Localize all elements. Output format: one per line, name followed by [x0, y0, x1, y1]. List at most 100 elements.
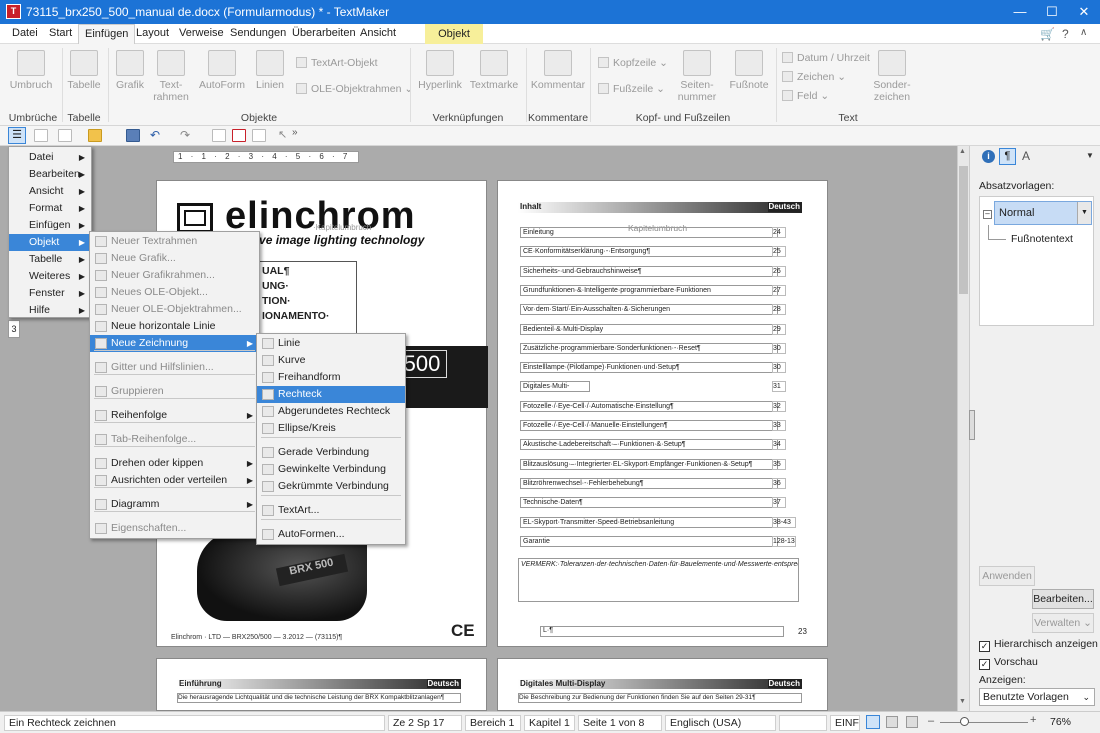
page-display[interactable]: Digitales Multi-Display Deutsch Die Besc… [497, 658, 828, 711]
new-document-icon[interactable] [58, 129, 72, 142]
feld-button[interactable]: Feld ⌄ [782, 90, 829, 102]
seitennummer-button[interactable]: Seiten- nummer [670, 50, 724, 103]
page-intro[interactable]: Einführung Deutsch Die herausragende Lic… [156, 658, 487, 711]
main-menu-item[interactable]: Objekt ▶ [9, 234, 91, 251]
main-menu-item[interactable]: Datei ▶ [9, 149, 91, 166]
ruler[interactable]: 1 · 1 · 2 · 3 · 4 · 5 · 6 · 7 [173, 151, 359, 163]
kommentar-button[interactable]: Kommentar [530, 50, 586, 91]
status-mode[interactable]: EINF [830, 715, 860, 731]
main-menu-item[interactable]: Weiteres ▶ [9, 268, 91, 285]
zeichnung-menu-item[interactable]: Linie [257, 335, 405, 352]
fussnote-button[interactable]: Fußnote [728, 50, 770, 91]
hyperlink-button[interactable]: Hyperlink [416, 50, 464, 91]
zeichnung-menu-item[interactable]: Gerade Verbindung [257, 444, 405, 461]
view-outline-icon[interactable] [886, 716, 898, 728]
tab-verweise[interactable]: Verweise [179, 27, 224, 39]
main-menu-item[interactable]: Ansicht ▶ [9, 183, 91, 200]
verwalten-button[interactable]: Verwalten ⌄ [1032, 613, 1094, 633]
textrahmen-button[interactable]: Text- rahmen [150, 50, 192, 103]
tab-layout[interactable]: Layout [136, 27, 169, 39]
zeichen-button[interactable]: Zeichen ⌄ [782, 71, 846, 83]
toolbar-overflow-icon[interactable]: » [292, 127, 298, 138]
zeichnung-menu-item[interactable]: Gekrümmte Verbindung [257, 478, 405, 495]
status-sprache[interactable]: Englisch (USA) [665, 715, 776, 731]
zeichnung-menu-item[interactable]: Abgerundetes Rechteck [257, 403, 405, 420]
scroll-thumb[interactable] [959, 166, 968, 294]
zeichnung-menu-item[interactable]: AutoFormen... [257, 526, 405, 543]
view-master-icon[interactable] [906, 716, 918, 728]
minimize-button[interactable]: — [1004, 0, 1036, 24]
zeichnung-menu-item[interactable]: Rechteck [257, 386, 405, 403]
objekt-menu-item[interactable]: Neue Grafik... [90, 250, 259, 267]
objekt-menu-item[interactable]: Neue horizontale Linie [90, 318, 259, 335]
vorschau-checkbox[interactable]: ✓ Vorschau [979, 656, 1038, 670]
tab-objekt-context[interactable]: Objekt [425, 24, 483, 44]
tree-collapse-icon[interactable]: – [983, 210, 992, 219]
objekt-menu-item[interactable]: Neuer Textrahmen [90, 233, 259, 250]
sidebar-menu-icon[interactable]: ▼ [1086, 151, 1094, 160]
tab-start[interactable]: Start [49, 27, 72, 39]
tab-ueberarbeiten[interactable]: Überarbeiten [292, 27, 356, 39]
main-menu-item[interactable]: Bearbeiten ▶ [9, 166, 91, 183]
view-normal-icon[interactable] [866, 715, 880, 729]
tab-ansicht[interactable]: Ansicht [360, 27, 396, 39]
style-tree[interactable]: – Normal ▼ Fußnotentext [979, 196, 1094, 326]
anzeigen-select[interactable]: Benutzte Vorlagen ⌄ [979, 688, 1095, 706]
fusszeile-button[interactable]: Fußzeile ⌄ [598, 83, 665, 95]
hand-icon[interactable] [34, 129, 48, 142]
tab-sendungen[interactable]: Sendungen [230, 27, 286, 39]
maximize-button[interactable]: ☐ [1036, 0, 1068, 24]
hamburger-menu-icon[interactable]: ☰ [8, 127, 26, 144]
style-normal[interactable]: Normal ▼ [994, 201, 1092, 225]
open-folder-icon[interactable] [88, 129, 102, 142]
paragraph-styles-icon[interactable]: ¶ [999, 148, 1016, 165]
autoform-button[interactable]: AutoForm [196, 50, 248, 91]
textart-button[interactable]: TextArt-Objekt [296, 57, 378, 69]
ribbon-collapse-icon[interactable]: ∧ [1080, 27, 1087, 38]
zoom-slider[interactable] [940, 722, 1028, 723]
datum-uhrzeit-button[interactable]: Datum / Uhrzeit [782, 52, 870, 64]
tab-einfuegen[interactable]: Einfügen [78, 24, 136, 45]
anwenden-button[interactable]: Anwenden [979, 566, 1035, 586]
sonderzeichen-button[interactable]: Sonder- zeichen [868, 50, 916, 103]
dropdown-arrow-icon[interactable]: ▼ [1077, 202, 1091, 224]
vertical-scrollbar[interactable]: ▲ ▼ [957, 146, 969, 711]
textmarke-button[interactable]: Textmarke [468, 50, 520, 91]
objekt-menu-item[interactable]: Neuer Grafikrahmen... [90, 267, 259, 284]
objekt-menu-item[interactable]: Neues OLE-Objekt... [90, 284, 259, 301]
info-icon[interactable]: i [982, 150, 995, 163]
linien-button[interactable]: Linien [252, 50, 288, 91]
pointer-icon[interactable]: ↖ [278, 128, 287, 141]
grafik-button[interactable]: Grafik [112, 50, 148, 91]
sidebar-splitter[interactable] [969, 410, 975, 440]
objekt-menu-item[interactable]: Neuer OLE-Objektrahmen... [90, 301, 259, 318]
umbruch-button[interactable]: Umbruch [8, 50, 54, 91]
objekt-menu-item[interactable]: Drehen oder kippen ▶ [90, 455, 259, 472]
main-menu-item[interactable]: Format ▶ [9, 200, 91, 217]
zeichnung-menu-item[interactable]: Freihandform [257, 369, 405, 386]
zoom-out-icon[interactable]: – [928, 715, 934, 727]
zoom-slider-thumb[interactable] [960, 717, 969, 726]
ole-objektrahmen-button[interactable]: OLE-Objektrahmen ⌄ [296, 83, 413, 95]
main-menu-item[interactable]: Tabelle ▶ [9, 251, 91, 268]
zeichnung-menu-item[interactable]: Kurve [257, 352, 405, 369]
zeichnung-menu-item[interactable]: Gewinkelte Verbindung [257, 461, 405, 478]
print-preview-icon[interactable] [252, 129, 266, 142]
save-icon[interactable] [126, 129, 140, 142]
main-menu-item[interactable]: Einfügen ▶ [9, 217, 91, 234]
scroll-up-icon[interactable]: ▲ [959, 148, 966, 155]
pdf-export-icon[interactable] [232, 129, 246, 142]
zoom-level[interactable]: 76% [1050, 716, 1071, 728]
hierarchisch-checkbox[interactable]: ✓ Hierarchisch anzeigen [979, 638, 1098, 652]
tabelle-button[interactable]: Tabelle [64, 50, 104, 91]
objekt-menu-item[interactable]: Eigenschaften... [90, 520, 259, 537]
main-menu-item[interactable]: Fenster ▶ [9, 285, 91, 302]
kopfzeile-button[interactable]: Kopfzeile ⌄ [598, 57, 668, 69]
print-icon[interactable] [212, 129, 226, 142]
zoom-in-icon[interactable]: + [1030, 714, 1036, 726]
style-fussnotentext[interactable]: Fußnotentext [1011, 233, 1073, 245]
tab-datei[interactable]: Datei [12, 27, 38, 39]
cart-icon[interactable]: 🛒 [1040, 27, 1055, 41]
zeichnung-menu-item[interactable]: TextArt... [257, 502, 405, 519]
help-icon[interactable]: ? [1062, 27, 1069, 41]
